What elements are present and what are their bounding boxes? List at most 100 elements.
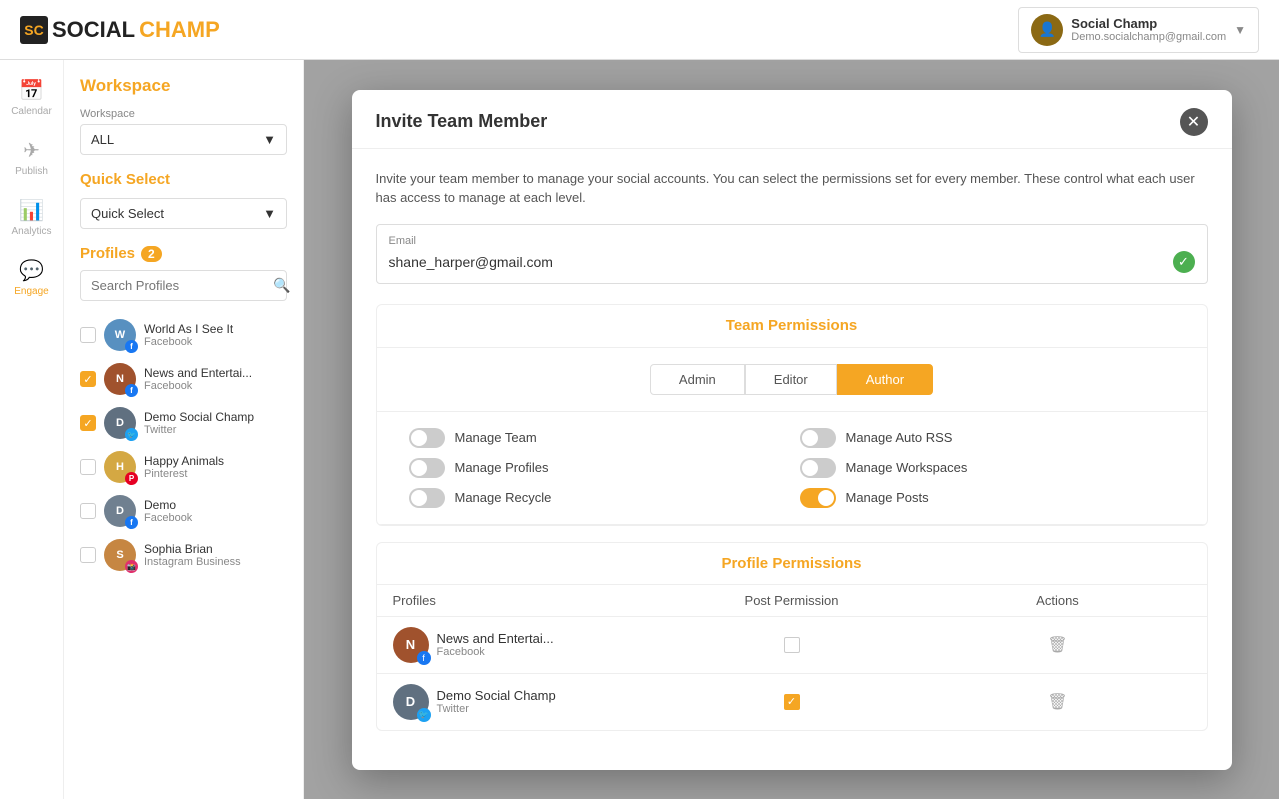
chevron-down-icon: ▼: [263, 206, 276, 221]
team-permissions-header: Team Permissions: [377, 305, 1207, 348]
role-tab-editor[interactable]: Editor: [745, 364, 837, 395]
content-area: Invite Team Member ✕ Invite your team me…: [304, 60, 1279, 799]
sidebar-item-calendar[interactable]: 📅 Calendar: [0, 70, 63, 125]
panel-title: Workspace: [80, 76, 287, 96]
workspace-value: ALL: [91, 132, 114, 147]
verified-icon: ✓: [1173, 251, 1195, 273]
avatar: D🐦: [393, 684, 429, 720]
role-tabs: AdminEditorAuthor: [377, 348, 1207, 412]
perm-item-manage_team: Manage Team: [409, 428, 784, 448]
role-tab-admin[interactable]: Admin: [650, 364, 745, 395]
avatar: HP: [104, 451, 136, 483]
search-input[interactable]: [91, 278, 267, 293]
profile-permissions-title: Profile Permissions: [377, 543, 1207, 585]
perm-label: Manage Profiles: [455, 460, 549, 475]
ig-badge-icon: 📸: [125, 560, 138, 573]
fb-badge-icon: f: [125, 516, 138, 529]
profile-checkbox[interactable]: [80, 503, 96, 519]
fb-badge-icon: f: [417, 651, 431, 665]
avatar: S📸: [104, 539, 136, 571]
sidebar-item-label: Engage: [14, 286, 48, 297]
role-tab-author[interactable]: Author: [837, 364, 933, 395]
pp-profile-cell: NfNews and Entertai...Facebook: [393, 627, 659, 663]
calendar-icon: 📅: [19, 78, 44, 103]
toggle-manage_auto_rss[interactable]: [800, 428, 836, 448]
perm-label: Manage Auto RSS: [846, 430, 953, 445]
toggle-manage_posts[interactable]: [800, 488, 836, 508]
pp-profile-type: Twitter: [437, 703, 556, 715]
quick-select-value: Quick Select: [91, 206, 164, 221]
list-item[interactable]: Nf News and Entertai...Facebook: [80, 357, 287, 401]
list-item[interactable]: HPHappy AnimalsPinterest: [80, 445, 287, 489]
email-value: shane_harper@gmail.com: [389, 254, 553, 270]
workspace-select[interactable]: ALL ▼: [80, 124, 287, 155]
perm-item-manage_profiles: Manage Profiles: [409, 458, 784, 478]
list-item[interactable]: Wf World As I See ItFacebook: [80, 313, 287, 357]
engage-icon: 💬: [19, 258, 44, 283]
logo-icon: SC: [20, 16, 48, 44]
profile-checkbox[interactable]: [80, 547, 96, 563]
perm-item-manage_auto_rss: Manage Auto RSS: [800, 428, 1175, 448]
toggle-manage_recycle[interactable]: [409, 488, 445, 508]
modal-description: Invite your team member to manage your s…: [376, 169, 1208, 208]
search-bar: 🔍: [80, 270, 287, 301]
sidebar-item-engage[interactable]: 💬 Engage: [0, 250, 63, 305]
email-label: Email: [389, 235, 1195, 247]
modal-header: Invite Team Member ✕: [352, 90, 1232, 149]
post-permission-checkbox[interactable]: ✓: [784, 694, 800, 710]
main-layout: 📅 Calendar ✈ Publish 📊 Analytics 💬 Engag…: [0, 60, 1279, 799]
profile-checkbox[interactable]: [80, 459, 96, 475]
fb-badge-icon: f: [125, 384, 138, 397]
perm-item-manage_workspaces: Manage Workspaces: [800, 458, 1175, 478]
pp-permission-cell: [659, 637, 925, 653]
avatar: 👤: [1031, 14, 1063, 46]
pp-table-body: NfNews and Entertai...Facebook🗑D🐦Demo So…: [377, 617, 1207, 730]
email-input-row: shane_harper@gmail.com ✓: [389, 251, 1195, 273]
workspace-label: Workspace: [80, 108, 287, 120]
delete-icon[interactable]: 🗑: [1047, 692, 1067, 712]
user-menu[interactable]: 👤 Social Champ Demo.socialchamp@gmail.co…: [1018, 7, 1259, 53]
pp-table-header: ProfilesPost PermissionActions: [377, 585, 1207, 617]
publish-icon: ✈: [23, 138, 40, 163]
quick-select-dropdown[interactable]: Quick Select ▼: [80, 198, 287, 229]
perm-label: Manage Team: [455, 430, 537, 445]
list-item[interactable]: S📸Sophia BrianInstagram Business: [80, 533, 287, 577]
table-row: D🐦 Demo Social ChampTwitter ✓ 🗑: [377, 674, 1207, 730]
profile-info: World As I See ItFacebook: [144, 322, 233, 348]
analytics-icon: 📊: [19, 198, 44, 223]
profile-info: News and Entertai...Facebook: [144, 366, 252, 392]
perm-label: Manage Recycle: [455, 490, 552, 505]
user-name: Social Champ: [1071, 16, 1226, 31]
delete-icon[interactable]: 🗑: [1047, 635, 1067, 655]
avatar: Wf: [104, 319, 136, 351]
user-info: Social Champ Demo.socialchamp@gmail.com: [1071, 16, 1226, 43]
list-item[interactable]: D🐦Demo Social ChampTwitter: [80, 401, 287, 445]
pp-profile-info: News and Entertai...Facebook: [437, 631, 554, 658]
avatar: Nf: [104, 363, 136, 395]
team-permissions-title: Team Permissions: [726, 317, 857, 334]
perm-item-manage_recycle: Manage Recycle: [409, 488, 784, 508]
list-item[interactable]: DfDemoFacebook: [80, 489, 287, 533]
pp-profile-name: Demo Social Champ: [437, 688, 556, 703]
profile-checkbox[interactable]: [80, 371, 96, 387]
perm-label: Manage Posts: [846, 490, 929, 505]
toggle-manage_team[interactable]: [409, 428, 445, 448]
profile-checkbox[interactable]: [80, 327, 96, 343]
sidebar-item-publish[interactable]: ✈ Publish: [0, 130, 63, 185]
profile-name: World As I See It: [144, 322, 233, 336]
post-permission-checkbox[interactable]: [784, 637, 800, 653]
perm-item-manage_posts: Manage Posts: [800, 488, 1175, 508]
profile-checkbox[interactable]: [80, 415, 96, 431]
profiles-header: Profiles 2: [80, 245, 287, 262]
toggle-manage_profiles[interactable]: [409, 458, 445, 478]
profile-type: Instagram Business: [144, 556, 241, 568]
pp-column-header: Post Permission: [659, 593, 925, 608]
panel: Workspace Workspace ALL ▼ Quick Select Q…: [64, 60, 304, 799]
user-email: Demo.socialchamp@gmail.com: [1071, 31, 1226, 43]
perm-label: Manage Workspaces: [846, 460, 968, 475]
close-button[interactable]: ✕: [1180, 108, 1208, 136]
sidebar-item-label: Calendar: [11, 106, 52, 117]
toggle-manage_workspaces[interactable]: [800, 458, 836, 478]
sidebar-item-analytics[interactable]: 📊 Analytics: [0, 190, 63, 245]
avatar: D🐦: [104, 407, 136, 439]
